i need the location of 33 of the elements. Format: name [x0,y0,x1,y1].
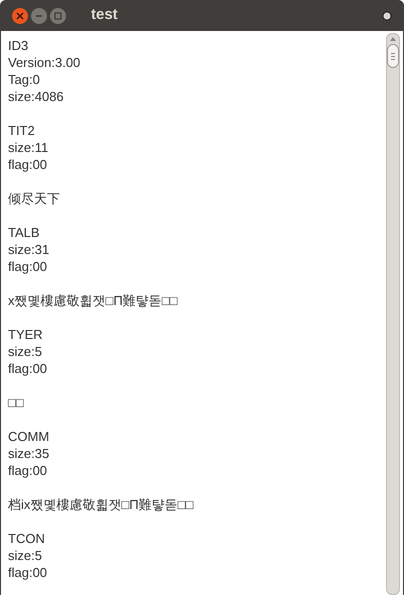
text-line: size:4086 [8,88,65,105]
text-line: TCON [8,530,46,547]
text-line: ID3 [8,37,30,54]
maximize-button[interactable] [50,8,66,24]
text-line: 档ix쨌몣樓慮敬휣잿□Π難턓돋□□ [8,496,194,513]
text-line: TIT2 [8,122,36,139]
maximize-icon [54,12,62,20]
minimize-button[interactable] [31,8,47,24]
text-line: Tag:0 [8,71,41,88]
text-line: x쨌몣樓慮敬휣잿□Π難턓돋□□ [8,292,178,309]
text-line: Version:3.00 [8,54,82,71]
scrollbar-thumb[interactable] [387,44,399,68]
close-icon [16,12,24,20]
scrollbar[interactable] [386,33,400,595]
text-line: 倾尽天下 [8,190,61,207]
text-line: flag:00 [8,156,48,173]
text-line: TALB [8,224,41,241]
close-button[interactable] [12,8,28,24]
text-line: COMM [8,428,50,445]
text-line: size:31 [8,241,50,258]
text-line: size:11 [8,139,50,156]
text-line: size:5 [8,547,43,564]
text-line: flag:00 [8,564,48,581]
text-line: size:35 [8,445,50,462]
scroll-up-icon[interactable] [390,37,396,41]
text-line: □□ [8,394,25,411]
text-line: flag:00 [8,462,48,479]
status-dot-icon [382,10,392,20]
text-line: TYER [8,326,44,343]
window-title: test [91,5,118,26]
text-line: flag:00 [8,258,48,275]
text-line: size:5 [8,343,43,360]
text-line: flag:00 [8,360,48,377]
